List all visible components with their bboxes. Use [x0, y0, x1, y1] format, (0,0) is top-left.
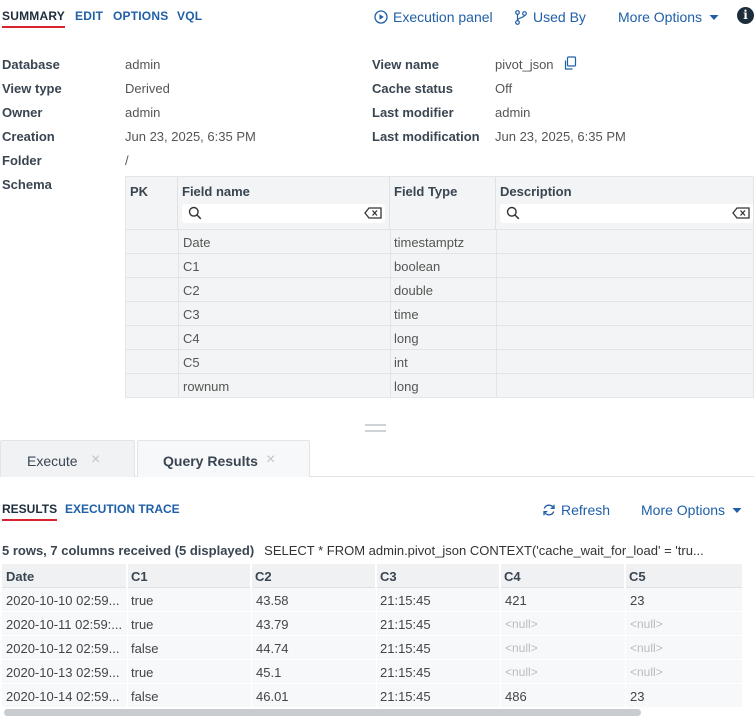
tab-execute[interactable]: Execute × [0, 440, 135, 477]
description-filter-input[interactable] [500, 204, 753, 223]
owner-value: admin [125, 105, 161, 120]
last-modification-value: Jun 23, 2025, 6:35 PM [495, 129, 626, 144]
schema-header-description: Description [496, 177, 754, 229]
row-count: 5 rows, 7 columns received (5 displayed) [2, 543, 255, 558]
query-text: SELECT * FROM admin.pivot_json CONTEXT('… [264, 543, 704, 558]
search-icon [188, 206, 202, 220]
results-header: Date C1 C2 C3 C4 C5 [2, 564, 742, 588]
last-modifier-label: Last modifier [372, 105, 454, 120]
cache-status-label: Cache status [372, 81, 453, 96]
table-row[interactable]: 2020-10-14 02:59... false 46.01 21:15:45… [2, 684, 742, 708]
clear-filter-icon[interactable] [732, 207, 750, 219]
schema-row[interactable]: C2 double [126, 277, 753, 301]
used-by-label: Used By [533, 9, 586, 25]
table-row[interactable]: 2020-10-10 02:59... true 43.58 21:15:45 … [2, 588, 742, 612]
tab-edit[interactable]: EDIT [75, 9, 103, 23]
caret-down-icon [732, 508, 742, 513]
refresh-label: Refresh [561, 502, 611, 518]
field-name-filter-input[interactable] [182, 204, 385, 223]
schema-table: PK Field name Field Type Description Dat… [125, 176, 754, 398]
execution-panel-label: Execution panel [393, 9, 493, 25]
play-circle-icon [374, 10, 388, 24]
tab-vql[interactable]: VQL [177, 9, 202, 23]
last-modification-label: Last modification [372, 129, 480, 144]
cache-status-value: Off [495, 81, 513, 96]
branch-icon [515, 9, 527, 25]
creation-label: Creation [2, 129, 55, 144]
last-modifier-value: admin [495, 105, 531, 120]
column-divider [178, 229, 179, 397]
tab-execution-trace[interactable]: EXECUTION TRACE [65, 502, 180, 516]
results-more-options-label: More Options [641, 502, 726, 518]
view-type-label: View type [2, 81, 62, 96]
close-icon[interactable]: × [266, 451, 275, 469]
view-name-value: pivot_json [495, 57, 554, 72]
column-divider [376, 564, 377, 708]
column-header[interactable]: C3 [376, 564, 500, 588]
caret-down-icon [709, 15, 719, 20]
column-divider [251, 564, 252, 708]
column-header[interactable]: C2 [251, 564, 376, 588]
folder-label: Folder [2, 153, 42, 168]
results-summary: 5 rows, 7 columns received (5 displayed)… [2, 543, 732, 558]
info-icon[interactable]: i [737, 7, 754, 24]
column-header[interactable]: C1 [127, 564, 251, 588]
clear-filter-icon[interactable] [364, 207, 382, 219]
more-options-label: More Options [618, 9, 703, 25]
schema-row[interactable]: C3 time [126, 301, 753, 325]
schema-row[interactable]: rownum long [126, 373, 753, 397]
schema-row[interactable]: C1 boolean [126, 253, 753, 277]
bottom-panel-tabs: Execute × Query Results × [0, 439, 754, 477]
close-icon[interactable]: × [91, 451, 100, 469]
column-divider [496, 229, 497, 397]
horizontal-scrollbar[interactable] [4, 709, 641, 716]
schema-header-pk: PK [126, 177, 178, 229]
column-divider [625, 564, 626, 708]
top-nav: SUMMARY EDIT OPTIONS VQL Execution panel… [0, 0, 754, 34]
column-divider [500, 564, 501, 708]
search-icon [506, 206, 520, 220]
column-header[interactable]: C4 [500, 564, 625, 588]
view-name-label: View name [372, 57, 439, 72]
column-divider [127, 564, 128, 708]
table-row[interactable]: 2020-10-11 02:59:... true 43.79 21:15:45… [2, 612, 742, 636]
tab-summary[interactable]: SUMMARY [2, 9, 65, 28]
schema-row[interactable]: C4 long [126, 325, 753, 349]
schema-row[interactable]: C5 int [126, 349, 753, 373]
creation-value: Jun 23, 2025, 6:35 PM [125, 129, 256, 144]
database-label: Database [2, 57, 60, 72]
view-type-value: Derived [125, 81, 170, 96]
schema-header-field-name: Field name [178, 177, 390, 229]
owner-label: Owner [2, 105, 43, 120]
panel-resize-handle[interactable] [365, 424, 386, 432]
table-row[interactable]: 2020-10-12 02:59... false 44.74 21:15:45… [2, 636, 742, 660]
table-row[interactable]: 2020-10-13 02:59... true 45.1 21:15:45 <… [2, 660, 742, 684]
schema-label: Schema [2, 177, 52, 192]
column-divider [390, 229, 391, 397]
folder-value: / [125, 153, 129, 168]
refresh-button[interactable]: Refresh [542, 502, 610, 518]
column-header[interactable]: Date [2, 564, 127, 588]
schema-header-field-type: Field Type [390, 177, 496, 229]
execution-panel-button[interactable]: Execution panel [374, 9, 493, 25]
tab-options[interactable]: OPTIONS [113, 9, 168, 23]
tab-query-results[interactable]: Query Results × [137, 440, 310, 477]
copy-icon[interactable] [563, 56, 577, 71]
tab-results[interactable]: RESULTS [2, 502, 58, 521]
refresh-icon [543, 504, 555, 516]
schema-row[interactable]: Date timestamptz [126, 229, 753, 253]
column-header[interactable]: C5 [625, 564, 742, 588]
results-grid: Date C1 C2 C3 C4 C5 2020-10-10 02:59... … [2, 564, 742, 708]
results-more-options-button[interactable]: More Options [641, 502, 744, 518]
used-by-button[interactable]: Used By [514, 9, 586, 25]
more-options-button[interactable]: More Options [618, 9, 721, 25]
database-value: admin [125, 57, 161, 72]
